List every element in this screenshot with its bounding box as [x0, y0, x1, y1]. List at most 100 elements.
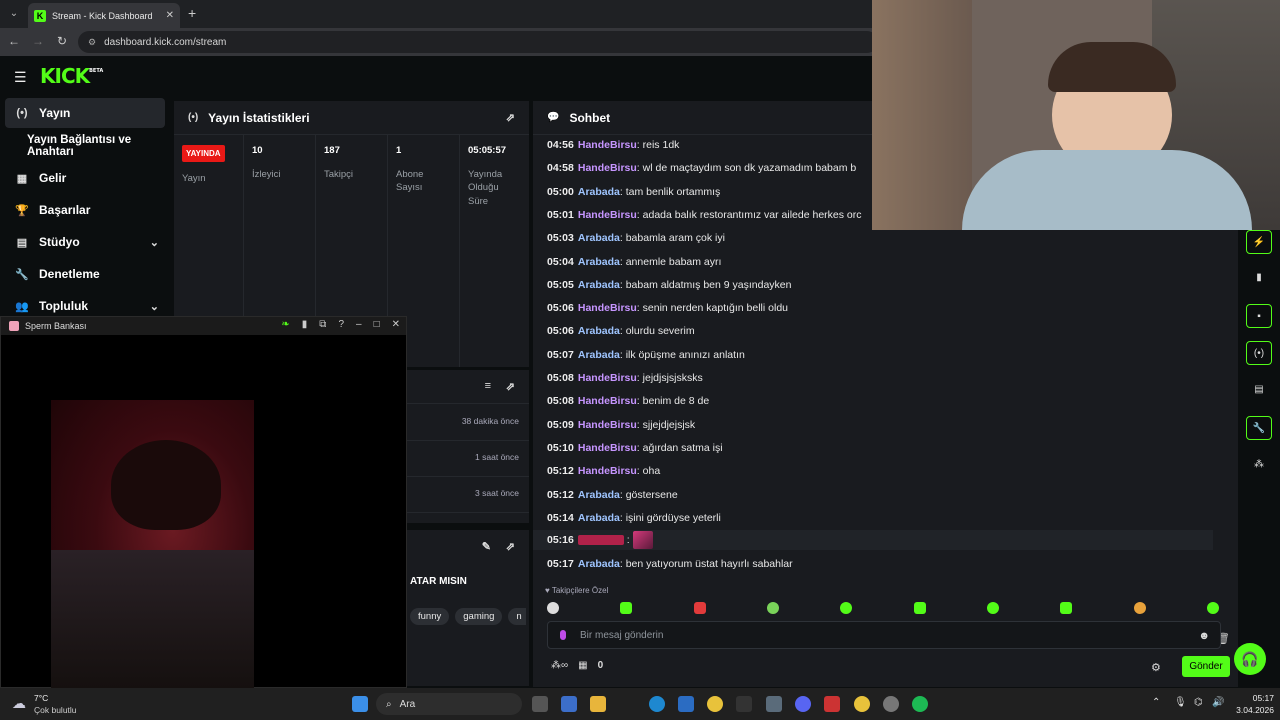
- chat-message[interactable]: 05:03 Arabada: babamla aram çok iyi: [547, 232, 725, 244]
- app-icon[interactable]: [766, 696, 782, 712]
- mail-icon[interactable]: [678, 696, 694, 712]
- site-info-icon[interactable]: ⚙: [88, 37, 96, 48]
- close-icon[interactable]: ✕: [392, 319, 400, 330]
- leaf-icon[interactable]: ❧: [281, 319, 289, 330]
- chat-message[interactable]: 05:06 Arabada: olurdu severim: [547, 325, 695, 337]
- rail-chat-icon[interactable]: ▪: [1246, 304, 1272, 328]
- chat-message[interactable]: 05:17 Arabada: ben yatıyorum üstat hayırl…: [547, 558, 793, 570]
- tab-search-icon[interactable]: ⌄: [6, 6, 22, 22]
- emoji-icon[interactable]: ☻: [1198, 630, 1210, 642]
- store-icon[interactable]: ▦: [578, 660, 587, 671]
- message-username[interactable]: Arabada: [578, 349, 620, 361]
- emote-icon[interactable]: [913, 602, 926, 614]
- store-app-icon[interactable]: [561, 696, 577, 712]
- chat-message[interactable]: 04:58 HandeBirsu: wl de maçtaydım son dk …: [547, 162, 856, 174]
- chrome-icon[interactable]: [707, 696, 723, 712]
- microphone-tray-icon[interactable]: 🎙: [1174, 697, 1187, 708]
- popout-icon[interactable]: ⇗: [506, 380, 515, 393]
- message-username[interactable]: HandeBirsu: [578, 419, 637, 431]
- message-username[interactable]: HandeBirsu: [578, 302, 637, 314]
- chat-message[interactable]: 05:05 Arabada: babam aldatmış ben 9 yaşın…: [547, 279, 792, 291]
- microphone-icon[interactable]: [560, 630, 566, 640]
- kick-logo[interactable]: KICKBETA: [40, 64, 103, 88]
- chat-message[interactable]: 05:00 Arabada: tam benlik ortammış: [547, 186, 720, 198]
- app-icon[interactable]: [736, 696, 752, 712]
- app-icon[interactable]: [824, 696, 840, 712]
- chat-settings-icon[interactable]: ⚙: [1151, 661, 1161, 674]
- send-button[interactable]: Gönder: [1182, 656, 1230, 677]
- bookmark-icon[interactable]: ▮: [302, 319, 308, 330]
- start-icon[interactable]: [352, 696, 368, 712]
- chat-tools-icon[interactable]: ⁂∞: [551, 660, 568, 671]
- menu-icon[interactable]: ☰: [14, 69, 27, 86]
- message-username[interactable]: HandeBirsu: [578, 372, 637, 384]
- chat-message[interactable]: 05:12 HandeBirsu: oha: [547, 465, 660, 477]
- sidebar-item-stream[interactable]: (•) Yayın: [5, 98, 165, 128]
- minimize-icon[interactable]: –: [356, 319, 362, 330]
- chat-message[interactable]: 05:10 HandeBirsu: ağırdan satma işi: [547, 442, 723, 454]
- rail-notes-icon[interactable]: ▮: [1246, 266, 1272, 290]
- emote-icon[interactable]: [1133, 602, 1146, 614]
- close-tab-icon[interactable]: ✕: [166, 10, 174, 21]
- message-username[interactable]: Arabada: [578, 186, 620, 198]
- rail-more-icon[interactable]: ⁂: [1246, 453, 1272, 477]
- message-username[interactable]: HandeBirsu: [578, 139, 637, 151]
- chat-message[interactable]: 05:08 HandeBirsu: jejdjsjsjsksks: [547, 372, 703, 384]
- chat-message[interactable]: 05:04 Arabada: annemle babam ayrı: [547, 256, 721, 268]
- tray-chevron-icon[interactable]: ⌃: [1152, 697, 1160, 708]
- back-icon[interactable]: ←: [6, 34, 22, 48]
- popout-icon[interactable]: ⇗: [506, 540, 515, 553]
- tag-chip[interactable]: funny: [410, 608, 450, 625]
- chat-message[interactable]: 05:14 Arabada: işini gördüyse yeterli: [547, 512, 721, 524]
- app-icon[interactable]: [883, 696, 899, 712]
- message-username[interactable]: Arabada: [578, 512, 620, 524]
- edit-icon[interactable]: ✎: [482, 540, 491, 553]
- support-headset-icon[interactable]: 🎧: [1234, 643, 1266, 675]
- spotify-icon[interactable]: [912, 696, 928, 712]
- sidebar-item-studio[interactable]: ▤ Stüdyo ⌄: [5, 227, 165, 257]
- taskbar-search[interactable]: ⌕ Ara: [376, 693, 522, 715]
- message-username[interactable]: Arabada: [578, 558, 620, 570]
- pip-icon[interactable]: ⧉: [319, 319, 326, 330]
- rail-layout-icon[interactable]: ▤: [1246, 378, 1272, 402]
- sidebar-item-stream-key[interactable]: Yayın Bağlantısı ve Anahtarı: [5, 131, 173, 161]
- chat-message[interactable]: 05:09 HandeBirsu: sjjejdjejsjsk: [547, 419, 695, 431]
- address-bar[interactable]: ⚙ dashboard.kick.com/stream: [78, 31, 878, 53]
- chat-message[interactable]: 05:06 HandeBirsu: senin nerden kaptığın b…: [547, 302, 788, 314]
- rail-broadcast-icon[interactable]: (•): [1246, 341, 1272, 365]
- emote-icon[interactable]: [840, 602, 853, 614]
- help-icon[interactable]: ?: [338, 319, 344, 330]
- chat-message[interactable]: 05:08 HandeBirsu: benim de 8 de: [547, 395, 709, 407]
- emote-icon[interactable]: [547, 602, 559, 614]
- chat-message[interactable]: 05:01 HandeBirsu: adada balık restorantım…: [547, 209, 862, 221]
- file-explorer-icon[interactable]: [590, 696, 606, 712]
- browser-tab[interactable]: K Stream - Kick Dashboard ✕: [28, 3, 180, 28]
- sidebar-item-revenue[interactable]: ▦ Gelir: [5, 163, 165, 193]
- chat-message[interactable]: 04:56 HandeBirsu: reis 1dk: [547, 139, 679, 151]
- volume-icon[interactable]: 🔊: [1212, 697, 1224, 708]
- sidebar-item-achievements[interactable]: 🏆 Başarılar: [5, 195, 165, 225]
- emote-icon[interactable]: [693, 602, 706, 614]
- emote-icon[interactable]: [766, 602, 779, 614]
- message-username[interactable]: Arabada: [578, 325, 620, 337]
- message-username[interactable]: Arabada: [578, 279, 620, 291]
- message-username[interactable]: HandeBirsu: [578, 209, 637, 221]
- forward-icon[interactable]: →: [30, 34, 46, 48]
- emote-icon[interactable]: [1060, 602, 1073, 614]
- chat-message[interactable]: 05:16 :: [533, 530, 1213, 551]
- edge-icon[interactable]: [649, 696, 665, 712]
- chat-message[interactable]: 05:12 Arabada: göstersene: [547, 489, 678, 501]
- discord-icon[interactable]: [795, 696, 811, 712]
- rail-moderation-icon[interactable]: 🔧: [1246, 416, 1272, 440]
- emote-icon[interactable]: [1206, 602, 1219, 614]
- emote-icon[interactable]: [620, 602, 633, 614]
- chat-message[interactable]: 05:07 Arabada: ilk öpüşme anınızı anlatın: [547, 349, 745, 361]
- network-icon[interactable]: ⌬: [1194, 697, 1203, 708]
- message-username[interactable]: HandeBirsu: [578, 465, 637, 477]
- weather-icon[interactable]: ☁: [12, 695, 26, 712]
- filter-icon[interactable]: ≡: [485, 380, 491, 392]
- message-username[interactable]: Arabada: [578, 489, 620, 501]
- tag-chip[interactable]: gaming: [455, 608, 503, 625]
- maximize-icon[interactable]: □: [374, 319, 380, 330]
- new-tab-icon[interactable]: +: [188, 5, 196, 21]
